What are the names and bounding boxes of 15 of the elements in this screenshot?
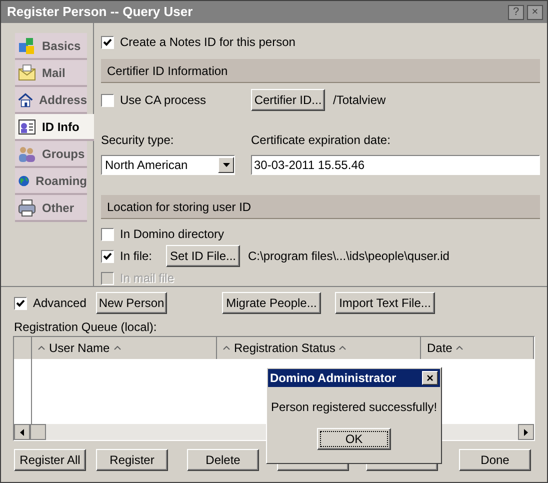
checkbox-label: Create a Notes ID for this person <box>120 34 296 51</box>
queue-label: Registration Queue (local): <box>13 319 158 334</box>
section-header: Certifier ID Information <box>101 59 540 83</box>
checkbox-label: In Domino directory <box>120 226 224 243</box>
certifier-name: /Totalview <box>333 92 386 109</box>
field-label: Security type: <box>101 132 175 149</box>
file-path: C:\program files\...\ids\people\quser.id <box>248 248 450 265</box>
section-header: Location for storing user ID <box>101 195 540 219</box>
dialog-title: Domino Administrator <box>270 370 396 387</box>
checkbox-label: In file: <box>120 248 152 265</box>
checkbox-label: Advanced <box>33 295 86 312</box>
dialog-message: Person registered successfully! <box>270 399 438 416</box>
field-label: Certificate expiration date: <box>251 132 392 149</box>
window-title: Register Person -- Query User <box>7 3 193 22</box>
checkbox-label: Use CA process <box>120 92 206 109</box>
